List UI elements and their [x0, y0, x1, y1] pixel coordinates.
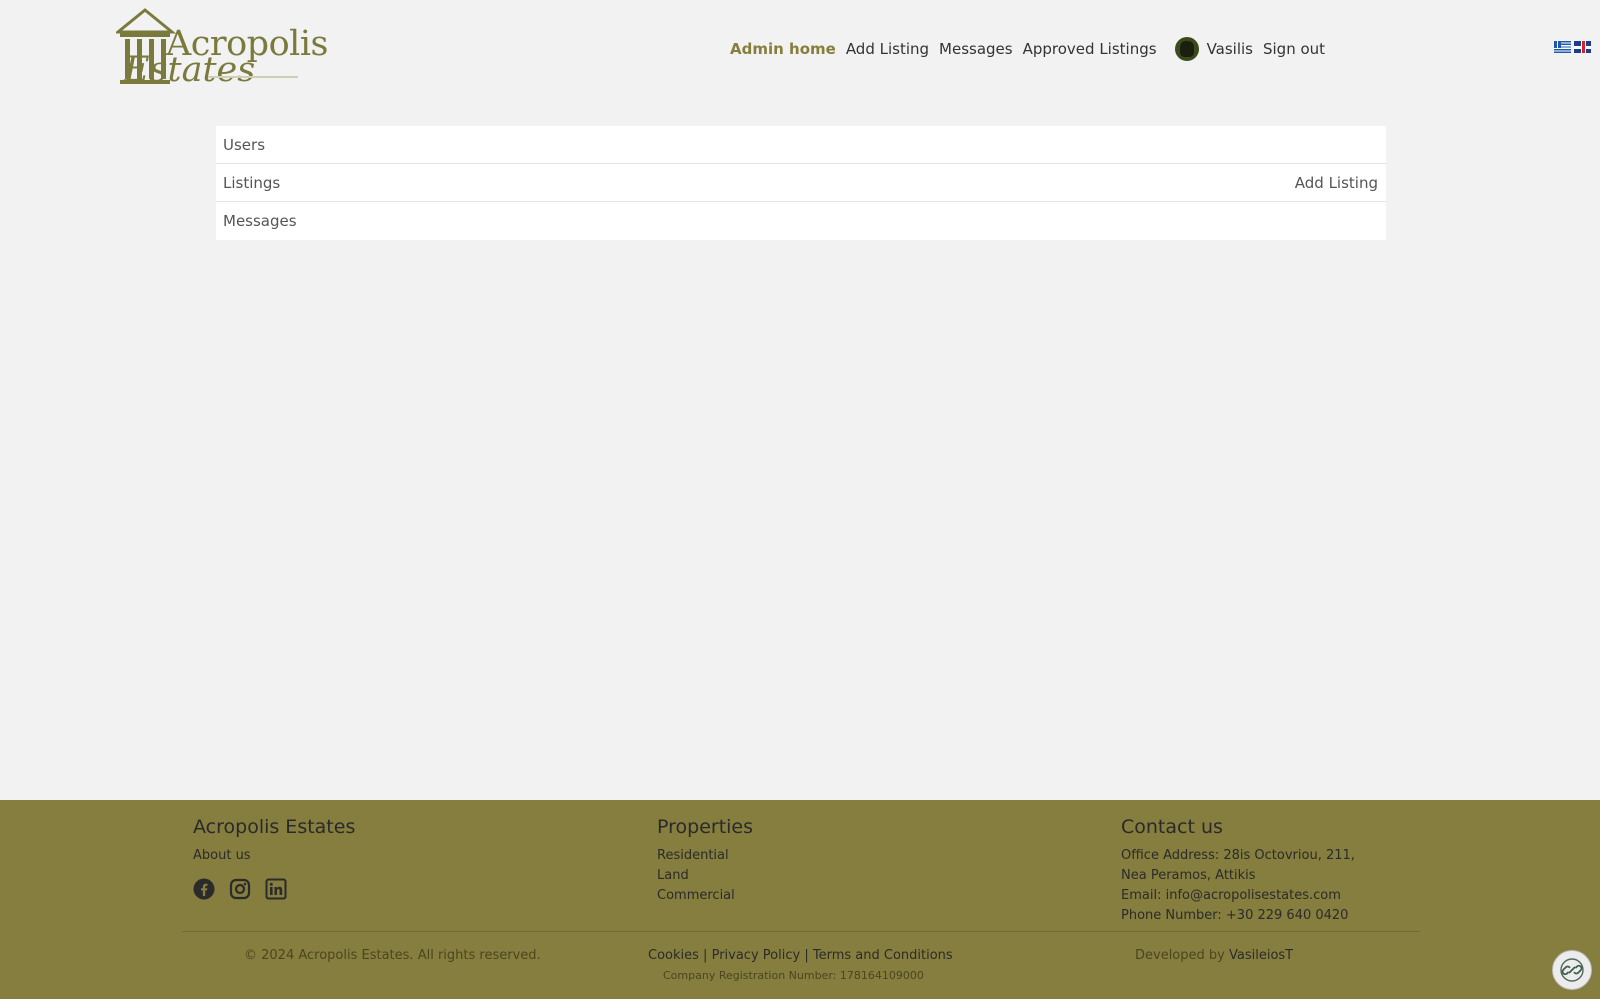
footer-separator: | — [804, 948, 809, 963]
nav-sign-out[interactable]: Sign out — [1263, 40, 1325, 58]
panel-row-listings: Listings Add Listing — [216, 164, 1386, 202]
uk-flag-icon[interactable] — [1574, 41, 1591, 53]
footer-residential-link[interactable]: Residential — [657, 848, 729, 863]
footer-privacy-link[interactable]: Privacy Policy — [712, 948, 801, 963]
nav-add-listing[interactable]: Add Listing — [846, 40, 929, 58]
floating-link-button[interactable] — [1552, 950, 1592, 990]
footer-registration-number: Company Registration Number: 17816410900… — [663, 969, 924, 982]
site-logo[interactable]: Acropolis Estates — [116, 6, 329, 96]
footer-email-label: Email: — [1121, 888, 1166, 903]
footer-divider — [182, 931, 1420, 932]
footer-address-line-2: Nea Peramos, Attikis — [1121, 868, 1256, 883]
nav-approved-listings[interactable]: Approved Listings — [1023, 40, 1157, 58]
panel-users-link[interactable]: Users — [223, 136, 265, 154]
site-footer: Acropolis Estates About us Properties Re… — [0, 800, 1600, 999]
nav-messages[interactable]: Messages — [939, 40, 1013, 58]
footer-col-properties: Properties Residential Land Commercial — [657, 816, 753, 906]
nav-user-name[interactable]: Vasilis — [1207, 40, 1253, 58]
footer-copyright: © 2024 Acropolis Estates. All rights res… — [244, 948, 541, 963]
footer-company-title: Acropolis Estates — [193, 816, 356, 838]
footer-col-contact: Contact us Office Address: 28is Octovrio… — [1121, 816, 1355, 926]
linkedin-icon[interactable] — [265, 878, 287, 900]
panel-row-users[interactable]: Users — [216, 126, 1386, 164]
link-icon — [1560, 958, 1584, 982]
footer-legal-links: Cookies | Privacy Policy | Terms and Con… — [648, 948, 953, 963]
footer-contact-title: Contact us — [1121, 816, 1223, 838]
footer-properties-title: Properties — [657, 816, 754, 838]
facebook-icon[interactable] — [193, 878, 215, 900]
footer-commercial-link[interactable]: Commercial — [657, 888, 735, 903]
footer-email-link[interactable]: info@acropolisestates.com — [1166, 888, 1341, 903]
footer-separator: | — [703, 948, 708, 963]
main-nav: Admin home Add Listing Messages Approved… — [730, 37, 1335, 61]
panel-messages-link[interactable]: Messages — [223, 212, 297, 230]
footer-developer-credit: Developed by VasileiosT — [1135, 948, 1293, 963]
footer-terms-link[interactable]: Terms and Conditions — [813, 948, 953, 963]
panel-add-listing-link[interactable]: Add Listing — [1295, 174, 1378, 192]
nav-admin-home[interactable]: Admin home — [730, 40, 836, 58]
footer-about-link[interactable]: About us — [193, 848, 251, 863]
admin-panel: Users Listings Add Listing Messages — [216, 126, 1386, 240]
footer-phone: Phone Number: +30 229 640 0420 — [1121, 908, 1349, 923]
footer-cookies-link[interactable]: Cookies — [648, 948, 699, 963]
footer-developer-link[interactable]: VasileiosT — [1229, 948, 1293, 963]
footer-col-company: Acropolis Estates About us — [193, 816, 355, 900]
instagram-icon[interactable] — [229, 878, 251, 900]
language-switcher — [1554, 41, 1591, 53]
user-avatar[interactable] — [1174, 37, 1199, 61]
footer-land-link[interactable]: Land — [657, 868, 689, 883]
panel-row-messages[interactable]: Messages — [216, 202, 1386, 240]
social-links — [193, 878, 355, 900]
logo-wordmark-bottom: Estates — [124, 50, 256, 90]
greek-flag-icon[interactable] — [1554, 41, 1571, 53]
footer-developed-by-label: Developed by — [1135, 948, 1229, 963]
panel-listings-link[interactable]: Listings — [223, 174, 280, 192]
footer-address-line-1: Office Address: 28is Octovriou, 211, — [1121, 848, 1355, 863]
logo-underline — [208, 76, 298, 78]
